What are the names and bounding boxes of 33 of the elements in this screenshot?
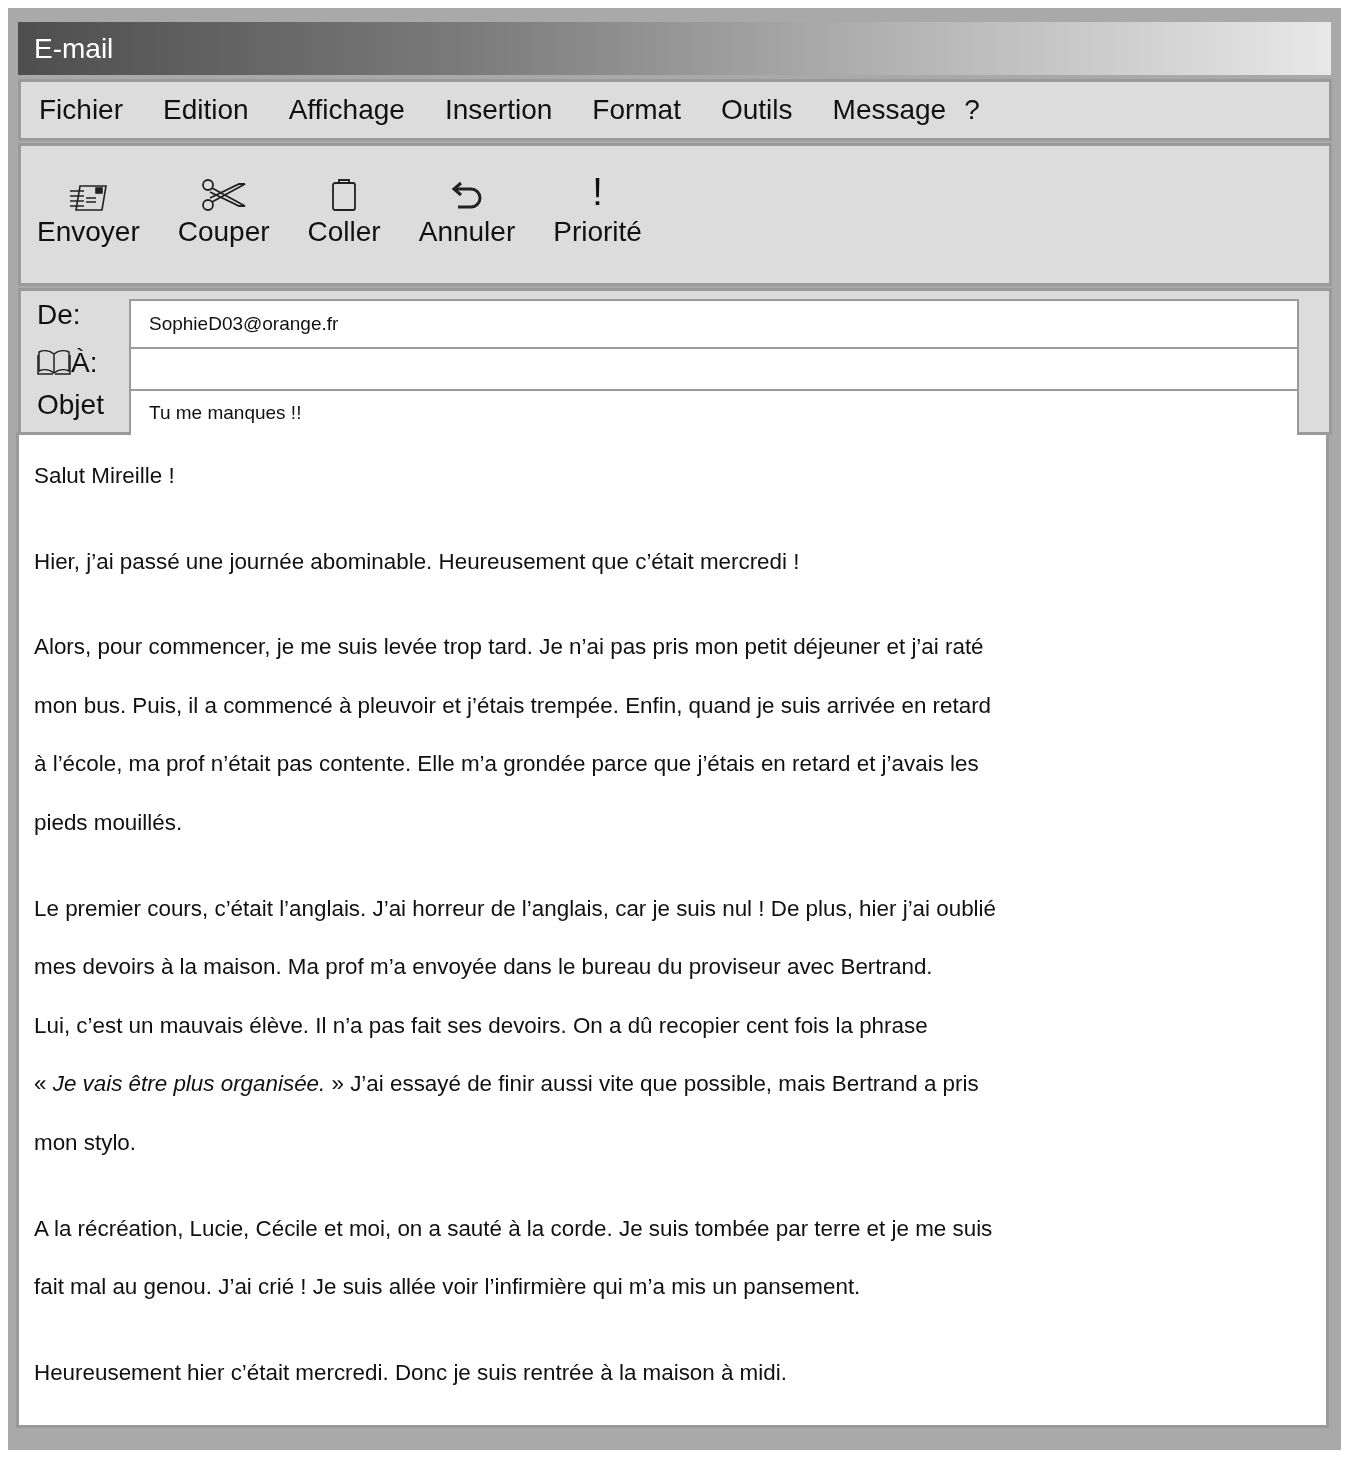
- menu-item[interactable]: Fichier: [37, 94, 125, 126]
- input-field[interactable]: SophieD03@orange.fr: [129, 299, 1299, 347]
- toolbar-button[interactable]: Coller: [307, 216, 381, 248]
- book-icon: [37, 349, 71, 375]
- menu-item[interactable]: ?: [962, 94, 982, 126]
- undo-icon: [449, 180, 484, 212]
- field-label: Objet: [37, 389, 104, 421]
- paragraph: Hier, j’ai passé une journée abominable. Heureusement que c’était mercredi !: [34, 547, 801, 576]
- menu-item[interactable]: Message: [830, 94, 949, 126]
- scissors-icon: [200, 178, 247, 212]
- menu-item[interactable]: Affichage: [286, 94, 407, 126]
- toolbar-button[interactable]: Annuler: [418, 216, 516, 248]
- menu-item[interactable]: Edition: [161, 94, 251, 126]
- paragraph: Heureusement hier c’était mercredi. Donc je suis rentrée à la maison à midi.: [34, 1358, 788, 1387]
- paragraph: A la récréation, Lucie, Cécile et moi, on a sauté à la corde. Je suis tombée par terre et je me suis fait mal au genou. J’ai crié ! Je suis allée voir l’infirmière qui m’a mis un pansement.: [34, 1214, 994, 1302]
- window-title: E-mail: [18, 22, 1331, 75]
- field-label: À:: [71, 347, 98, 379]
- menu-item[interactable]: Outils: [719, 94, 795, 126]
- envelope-icon: [68, 182, 109, 212]
- menu-item[interactable]: Insertion: [442, 94, 555, 126]
- paragraph: Salut Mireille !: [34, 462, 176, 490]
- toolbar-button[interactable]: Priorité: [553, 216, 642, 248]
- toolbar-button[interactable]: Envoyer: [37, 216, 140, 248]
- input-field[interactable]: [129, 347, 1299, 389]
- exclamation-icon: !: [592, 172, 603, 212]
- clipboard-icon: [331, 178, 358, 212]
- input-field[interactable]: Tu me manques !!: [129, 389, 1299, 435]
- paragraph: Le premier cours, c’était l’anglais. J’ai horreur de l’anglais, car je suis nul ! De plus, hier j’ai oublié mes devoirs à la maison. Ma prof m’a envoyée dans le bureau du proviseur avec Bertrand. Lui, c’est un mauvais élève. Il n’a pas fait ses devoirs. On a dû recopier cent fois la phrase « Je vais être plus organisée. » J’ai essayé de finir aussi vite que possible, mais Bertrand a pris mon stylo.: [34, 894, 997, 1157]
- message-body[interactable]: [16, 432, 1329, 1428]
- paragraph: Alors, pour commencer, je me suis levée trop tard. Je n’ai pas pris mon petit déjeuner et j’ai raté mon bus. Puis, il a commencé à pleuvoir et j’étais trempée. Enfin, quand je suis arrivée en retard à l’école, ma prof n’était pas contente. Elle m’a grondée parce que j’étais en retard et j’avais les pieds mouillés.: [34, 633, 993, 837]
- menu-item[interactable]: Format: [590, 94, 683, 126]
- field-label: De:: [37, 299, 81, 331]
- toolbar-button[interactable]: Couper: [177, 216, 270, 248]
